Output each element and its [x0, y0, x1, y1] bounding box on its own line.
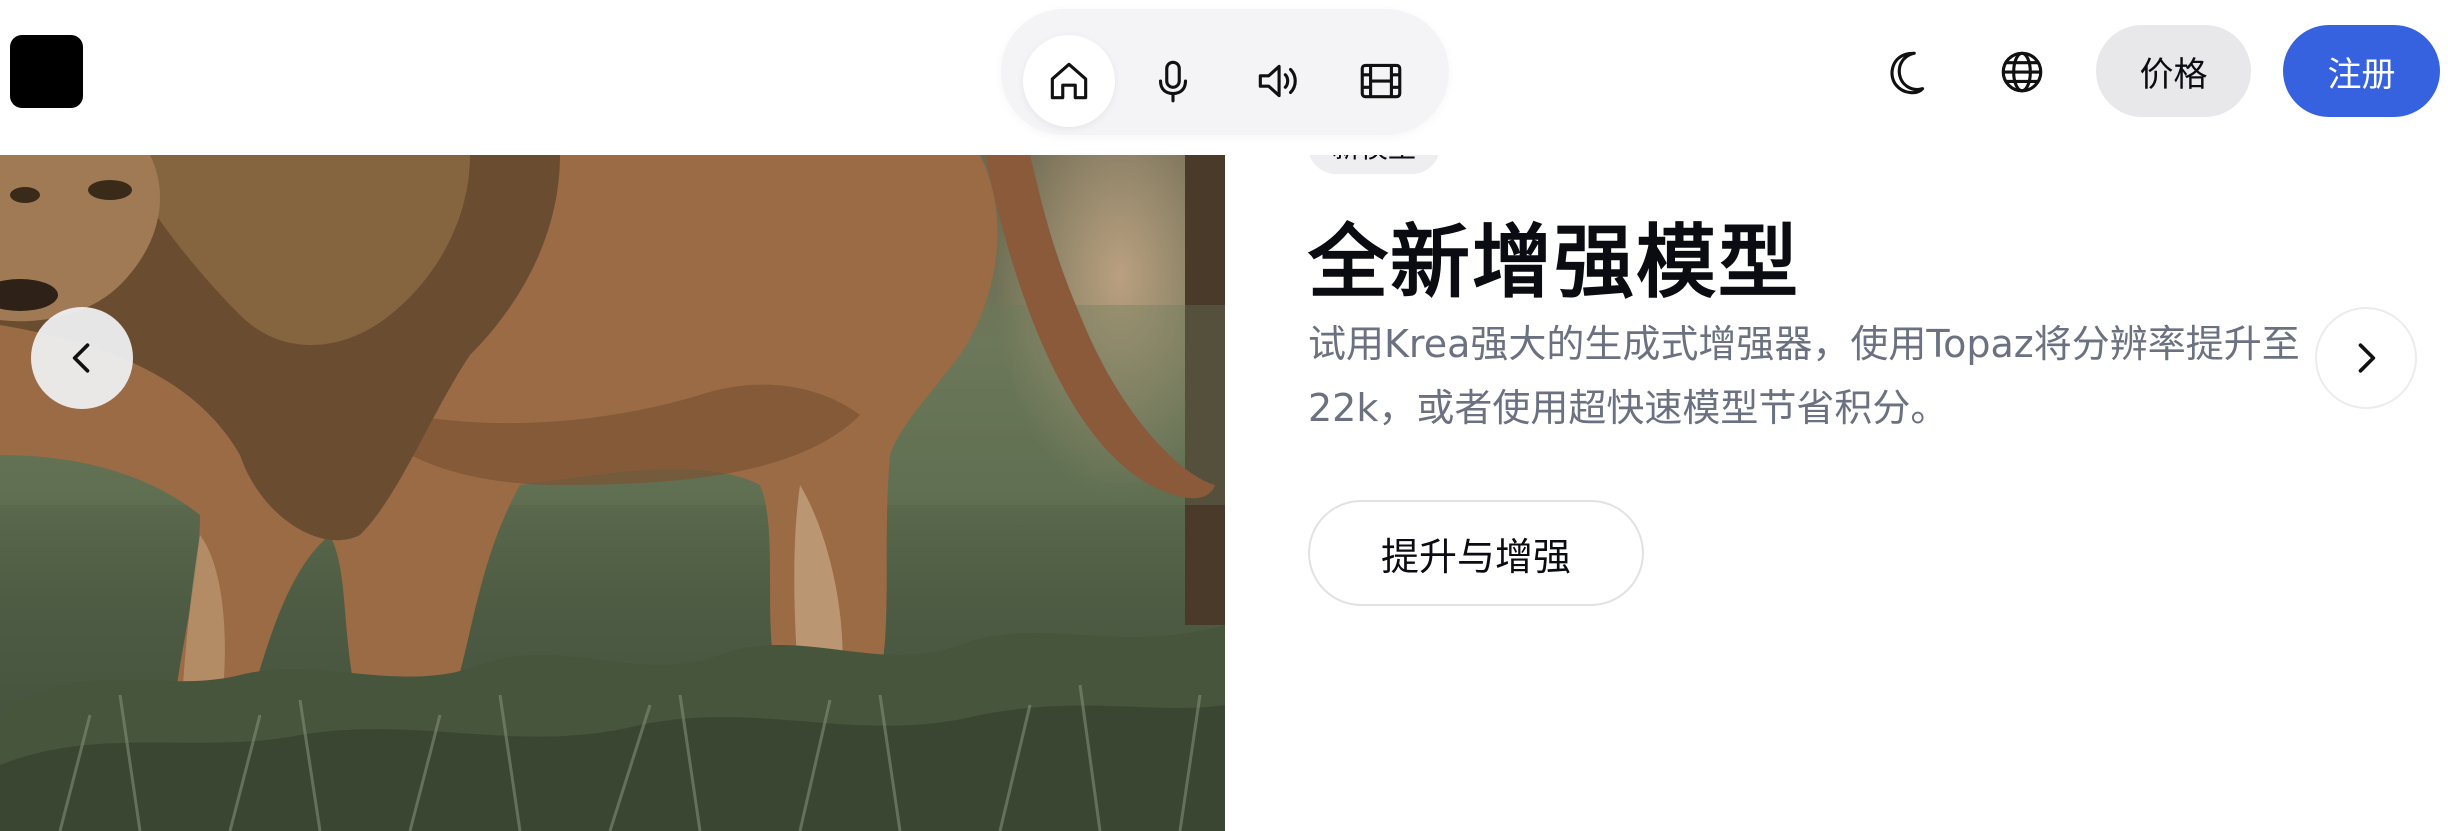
theme-toggle-button[interactable] [1872, 36, 1944, 108]
nav-audio-button[interactable] [1231, 35, 1323, 127]
nav-home-button[interactable] [1023, 35, 1115, 127]
carousel-prev-button[interactable] [31, 307, 133, 409]
nav-voice-button[interactable] [1127, 35, 1219, 127]
hero-image [0, 155, 1225, 831]
carousel-next-button[interactable] [2315, 307, 2417, 409]
film-icon [1360, 63, 1402, 99]
nav-video-button[interactable] [1335, 35, 1427, 127]
language-button[interactable] [1986, 36, 2058, 108]
chevron-right-icon [2358, 343, 2376, 373]
home-icon [1050, 62, 1088, 100]
mode-switcher [1001, 9, 1449, 135]
chevron-left-icon [72, 343, 90, 373]
hero-title: 全新增强模型 [1308, 216, 1800, 309]
upscale-enhance-button[interactable]: 提升与增强 [1308, 500, 1644, 606]
pricing-button[interactable]: 价格 [2096, 25, 2251, 117]
microphone-icon [1158, 60, 1188, 103]
hero-description: 试用Krea强大的生成式增强器，使用Topaz将分辨率提升至22k，或者使用超快… [1308, 322, 2300, 430]
speaker-icon [1258, 64, 1297, 98]
signup-button[interactable]: 注册 [2283, 25, 2440, 117]
logo[interactable] [10, 35, 83, 108]
lion-illustration [0, 155, 1225, 831]
top-nav-bar: 价格 注册 [0, 0, 2448, 155]
globe-icon [2001, 51, 2043, 93]
moon-icon [1890, 51, 1925, 95]
